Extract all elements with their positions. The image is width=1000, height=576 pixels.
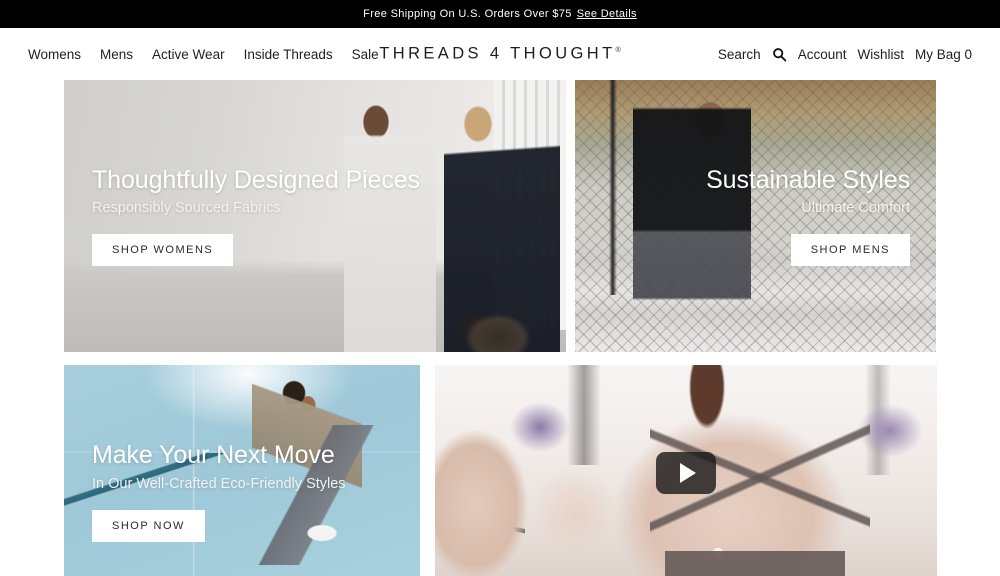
nav-item-active-wear[interactable]: Active Wear	[152, 47, 225, 62]
shop-mens-button[interactable]: SHOP MENS	[790, 234, 910, 267]
next-move-subheading: In Our Well-Crafted Eco-Friendly Styles	[92, 475, 346, 492]
play-triangle	[680, 462, 696, 483]
nav-item-sale[interactable]: Sale	[352, 47, 379, 62]
hero-tile-video[interactable]	[435, 365, 937, 576]
nav-item-inside-threads[interactable]: Inside Threads	[244, 47, 333, 62]
utility-navigation: Search Account Wishlist My Bag 0	[718, 47, 972, 62]
registered-mark: ®	[615, 47, 621, 54]
hero-tile-mens[interactable]: Sustainable Styles Ultimate Comfort SHOP…	[575, 80, 936, 352]
logo-text[interactable]: THREADS 4 THOUGHT®	[379, 45, 620, 64]
hero-grid: Thoughtfully Designed Pieces Responsibly…	[0, 80, 1000, 576]
hero-tile-womens[interactable]: Thoughtfully Designed Pieces Responsibly…	[64, 80, 566, 352]
search-icon[interactable]	[772, 47, 787, 62]
play-icon[interactable]	[656, 451, 716, 494]
nav-item-mens[interactable]: Mens	[100, 47, 133, 62]
nav-item-my-bag[interactable]: My Bag 0	[915, 47, 972, 62]
womens-subheading: Responsibly Sourced Fabrics	[92, 200, 281, 217]
mens-subheading: Ultimate Comfort	[801, 200, 910, 217]
next-move-heading: Make Your Next Move	[92, 441, 335, 469]
mens-tile-content: Sustainable Styles Ultimate Comfort SHOP…	[575, 80, 936, 352]
womens-heading: Thoughtfully Designed Pieces	[92, 165, 420, 194]
hero-row-bottom: Make Your Next Move In Our Well-Crafted …	[64, 365, 937, 576]
nav-item-wishlist[interactable]: Wishlist	[857, 47, 904, 62]
hero-row-top: Thoughtfully Designed Pieces Responsibly…	[64, 80, 936, 352]
mens-heading: Sustainable Styles	[706, 165, 910, 194]
next-move-tile-content: Make Your Next Move In Our Well-Crafted …	[64, 365, 420, 576]
hero-tile-next-move[interactable]: Make Your Next Move In Our Well-Crafted …	[64, 365, 420, 576]
shop-womens-button[interactable]: SHOP WOMENS	[92, 234, 234, 267]
see-details-link[interactable]: See Details	[577, 8, 637, 20]
announcement-bar: Free Shipping On U.S. Orders Over $75 Se…	[0, 0, 1000, 28]
nav-item-search[interactable]: Search	[718, 47, 761, 62]
announcement-text: Free Shipping On U.S. Orders Over $75	[363, 8, 572, 20]
shop-now-button[interactable]: SHOP NOW	[92, 509, 205, 542]
womens-tile-content: Thoughtfully Designed Pieces Responsibly…	[64, 80, 566, 352]
site-header: Womens Mens Active Wear Inside Threads S…	[0, 28, 1000, 80]
nav-item-womens[interactable]: Womens	[28, 47, 81, 62]
primary-navigation: Womens Mens Active Wear Inside Threads S…	[28, 47, 379, 62]
nav-item-account[interactable]: Account	[798, 47, 847, 62]
logo-wordmark: THREADS 4 THOUGHT	[379, 44, 616, 63]
